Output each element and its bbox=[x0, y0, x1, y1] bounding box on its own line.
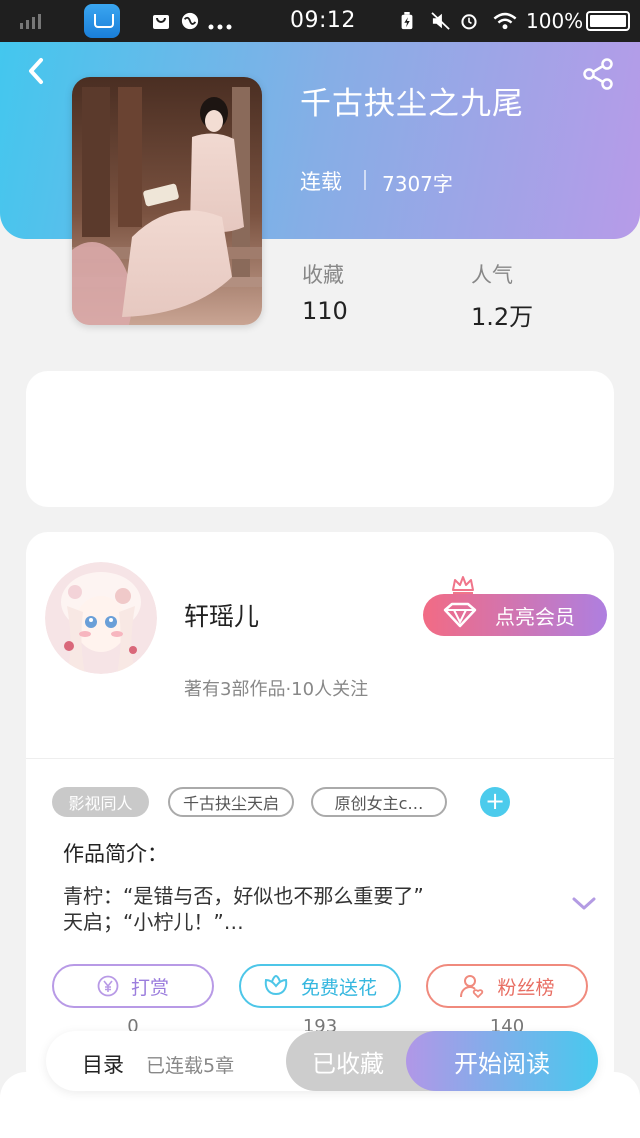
diamond-icon bbox=[443, 602, 477, 628]
cover-image bbox=[72, 77, 262, 325]
wifi-icon bbox=[493, 12, 517, 30]
tag-film-fanfic[interactable]: 影视同人 bbox=[52, 787, 149, 817]
fans-ranking-button[interactable]: 粉丝榜 bbox=[426, 964, 588, 1008]
favorites-count: 110 bbox=[302, 297, 348, 325]
fans-ranking-label: 粉丝榜 bbox=[497, 976, 555, 999]
flower-icon bbox=[264, 974, 288, 996]
avatar[interactable] bbox=[45, 562, 157, 674]
app-store-icon bbox=[84, 4, 120, 38]
share-icon[interactable] bbox=[580, 56, 616, 92]
author-meta: 著有3部作品·10人关注 bbox=[184, 679, 369, 700]
bag-icon bbox=[153, 15, 169, 29]
send-flower-button[interactable]: 免费送花 bbox=[239, 964, 401, 1008]
divider bbox=[26, 758, 614, 759]
charging-icon bbox=[401, 12, 413, 30]
intro-heading: 作品简介： bbox=[63, 842, 168, 866]
more-dots-icon bbox=[208, 24, 232, 30]
yuan-icon bbox=[97, 975, 119, 997]
book-title: 千古抉尘之九尾 bbox=[300, 86, 524, 122]
tag-original[interactable]: 原创女主c… bbox=[311, 787, 447, 817]
tag-character[interactable]: 千古抉尘天启 bbox=[168, 787, 294, 817]
blank-card bbox=[26, 371, 614, 507]
vip-label: 点亮会员 bbox=[495, 604, 575, 629]
intro-line: 天启；“小柠儿！”… bbox=[63, 910, 244, 934]
author-name[interactable]: 轩瑶儿 bbox=[184, 597, 259, 633]
popularity-count: 1.2万 bbox=[471, 303, 534, 331]
fans-icon bbox=[460, 975, 484, 999]
intro-line: 青柠：“是错与否，好似也不那么重要了” bbox=[63, 884, 424, 908]
globe-icon bbox=[181, 12, 199, 30]
battery-percent: 100% bbox=[526, 9, 584, 33]
battery-icon bbox=[586, 11, 630, 31]
signal-icon bbox=[20, 14, 41, 29]
mute-icon bbox=[431, 12, 450, 30]
status-divider bbox=[364, 170, 366, 190]
toc-button[interactable]: 目录 bbox=[82, 1049, 124, 1079]
chevron-down-icon[interactable] bbox=[571, 895, 597, 913]
alarm-icon bbox=[461, 14, 477, 30]
word-count: 7307字 bbox=[382, 172, 453, 196]
chapter-count: 已连载5章 bbox=[146, 1055, 235, 1077]
reward-button[interactable]: 打赏 bbox=[52, 964, 214, 1008]
add-tag-button[interactable]: + bbox=[480, 787, 510, 817]
favorites-label: 收藏 bbox=[302, 263, 344, 287]
reward-label: 打赏 bbox=[130, 976, 169, 999]
clock: 09:12 bbox=[290, 8, 356, 33]
vip-button[interactable]: 点亮会员 bbox=[423, 594, 607, 636]
crown-icon bbox=[452, 576, 474, 594]
book-cover[interactable] bbox=[72, 77, 262, 325]
start-reading-button[interactable]: 开始阅读 bbox=[406, 1031, 598, 1091]
send-flower-label: 免费送花 bbox=[300, 976, 377, 999]
status-bar: 09:12 100% bbox=[0, 0, 640, 42]
avatar-image bbox=[45, 562, 157, 674]
popularity-label: 人气 bbox=[471, 263, 513, 287]
back-icon[interactable] bbox=[22, 56, 52, 86]
book-status: 连载 bbox=[300, 170, 342, 194]
